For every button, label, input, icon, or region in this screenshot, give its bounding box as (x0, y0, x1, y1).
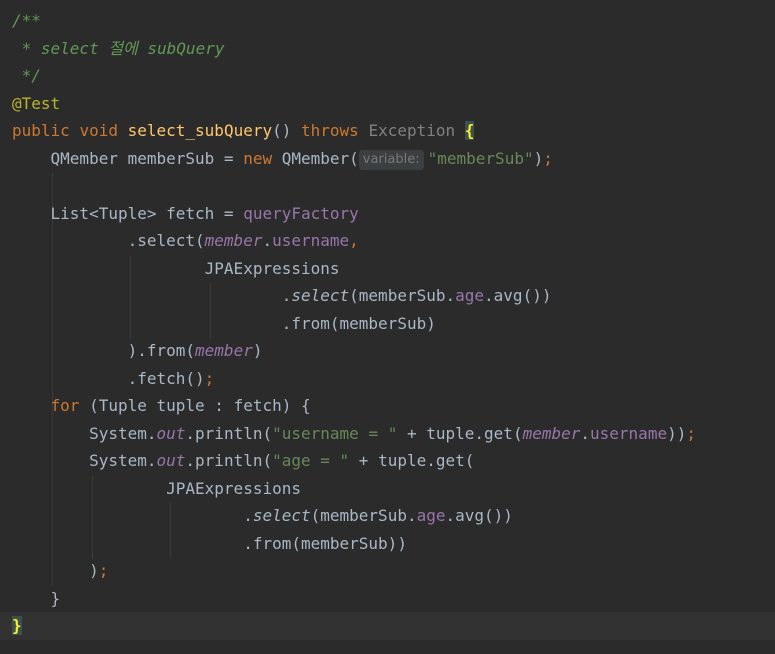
code-editor[interactable]: /** * select 절에 subQuery */ @Test public… (0, 0, 775, 654)
code-token: ) (12, 561, 99, 580)
code-token: ; (686, 423, 696, 443)
code-token: List<Tuple> fetch = (12, 203, 244, 223)
matched-brace: { (464, 121, 475, 140)
code-line-3: */ (12, 62, 41, 90)
annotation: @Test (12, 93, 61, 113)
code-token: QMember memberSub = (12, 148, 244, 168)
code-token: .select( (12, 231, 205, 250)
field-name: queryFactory (243, 203, 359, 223)
method-name: select_subQuery (127, 121, 273, 140)
comment-text: * select 절에 subQuery (12, 38, 225, 58)
string-literal: "memberSub" (427, 148, 534, 168)
code-line-16: System.out.println("username = " + tuple… (12, 420, 696, 448)
code-line-15: for (Tuple tuple : fetch) { (12, 392, 311, 420)
code-line-19: .select(memberSub.age.avg()) (12, 502, 513, 530)
code-line-13: ).from(member) (12, 337, 263, 365)
code-token: (memberSub. (310, 506, 417, 525)
code-token: JPAExpressions (12, 258, 340, 278)
parameter-hint: variable: (358, 149, 424, 170)
keyword: new (243, 148, 273, 168)
code-line-10: JPAExpressions (12, 255, 340, 283)
string-literal: "username = " (272, 423, 398, 443)
field-name: username (590, 423, 668, 443)
keyword: for (50, 396, 80, 415)
code-token: ; (543, 148, 553, 168)
code-token: (Tuple tuple : fetch) { (79, 396, 311, 415)
string-literal: "age = " (272, 451, 350, 470)
field-name: member (204, 231, 263, 250)
field-name: member (522, 423, 581, 443)
code-line-8: List<Tuple> fetch = queryFactory (12, 200, 359, 228)
code-line-5: public void select_subQuery() throws Exc… (12, 117, 475, 145)
field-name: out (156, 451, 186, 470)
code-token: . (580, 423, 591, 443)
code-token: . (262, 231, 273, 250)
code-token: , (349, 231, 359, 250)
code-token: .from(memberSub) (12, 313, 436, 333)
code-line-2: * select 절에 subQuery (12, 35, 225, 63)
code-token: JPAExpressions (12, 478, 301, 498)
code-token: ) (533, 148, 544, 168)
code-token: .from(memberSub)) (12, 533, 407, 553)
code-token: ; (98, 561, 109, 580)
static-method: select (291, 286, 350, 305)
field-name: member (195, 341, 253, 360)
code-token: System. (12, 451, 157, 470)
code-token: () (272, 121, 292, 140)
code-token: ).from( (12, 341, 196, 360)
code-line-9: .select(member.username, (12, 227, 359, 255)
code-line-20: .from(memberSub)) (12, 530, 407, 558)
code-token: ) (252, 341, 263, 360)
code-line-18: JPAExpressions (12, 475, 301, 503)
code-token: .fetch() (12, 368, 205, 388)
current-line-highlight (0, 612, 775, 640)
comment-text: */ (12, 66, 41, 85)
code-token: .avg()) (484, 286, 552, 305)
static-method: select (252, 506, 311, 525)
keyword: throws (301, 121, 359, 140)
field-name: age (416, 506, 446, 525)
exception-type: Exception (368, 121, 456, 140)
code-line-22: } (12, 585, 61, 613)
code-line-14: .fetch(); (12, 365, 215, 393)
code-token: .println( (185, 423, 273, 443)
code-token: } (12, 588, 61, 608)
code-token: QMember( (281, 148, 359, 168)
keyword: void (79, 121, 118, 140)
keyword: public (12, 121, 70, 140)
field-name: out (156, 423, 186, 443)
code-token: (memberSub. (349, 286, 456, 305)
code-token: )) (667, 423, 687, 443)
code-token: System. (12, 423, 157, 443)
matched-brace: } (12, 616, 22, 635)
code-token: + tuple.get( (349, 451, 475, 470)
code-token: . (12, 286, 292, 305)
field-name: age (455, 286, 485, 305)
code-line-11: .select(memberSub.age.avg()) (12, 282, 552, 310)
code-token: . (12, 506, 253, 525)
code-token: + tuple.get( (397, 423, 523, 443)
code-line-17: System.out.println("age = " + tuple.get( (12, 447, 474, 475)
code-line-23: } (12, 612, 22, 640)
code-token: ; (204, 368, 215, 388)
code-token: .avg()) (445, 506, 513, 525)
field-name: username (272, 231, 350, 250)
comment-text: /** (12, 11, 41, 30)
code-line-6: QMember memberSub = new QMember(variable… (12, 145, 553, 173)
code-line-21: ); (12, 557, 108, 585)
code-line-1: /** (12, 7, 41, 35)
code-line-12: .from(memberSub) (12, 310, 436, 338)
code-token: .println( (185, 451, 273, 470)
code-line-4: @Test (12, 90, 60, 118)
